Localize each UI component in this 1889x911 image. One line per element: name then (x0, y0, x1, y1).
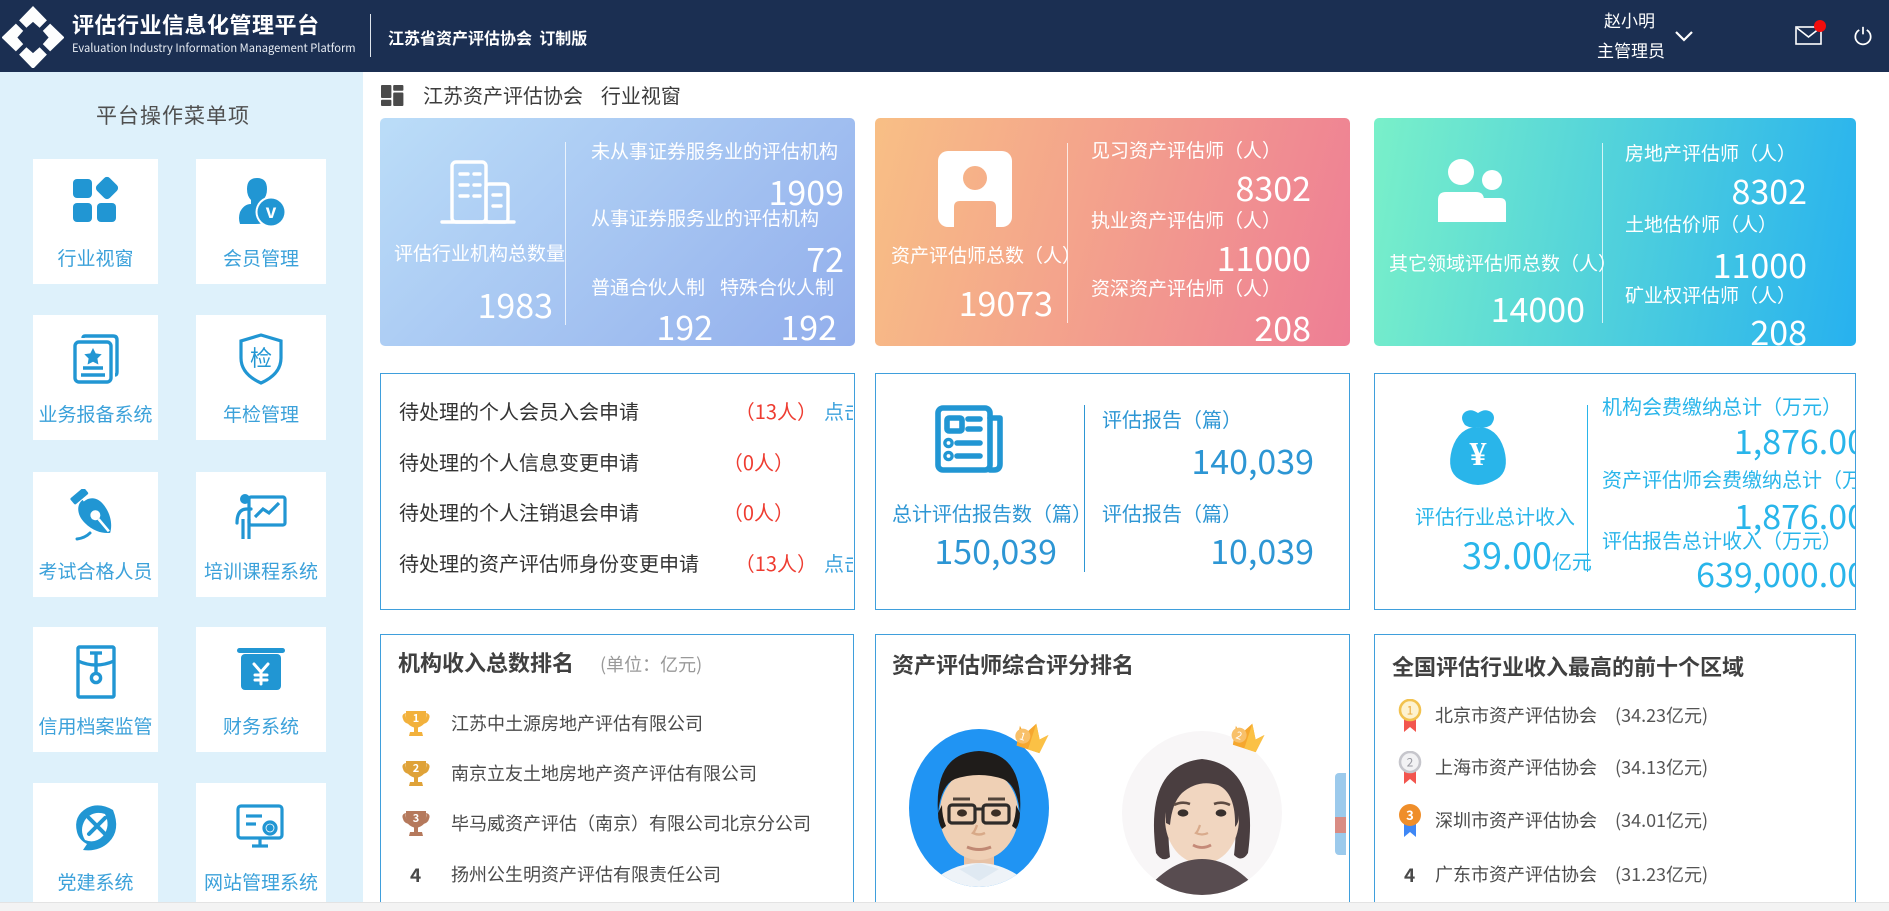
svg-text:3: 3 (1406, 805, 1414, 824)
svg-text:1: 1 (1407, 702, 1414, 719)
svg-text:检: 检 (250, 341, 272, 373)
svg-text:v: v (266, 197, 277, 224)
svg-text:2: 2 (1407, 754, 1414, 771)
svg-text:2: 2 (413, 760, 420, 776)
svg-text:1: 1 (413, 710, 420, 726)
svg-text:¥: ¥ (1470, 426, 1487, 475)
svg-text:3: 3 (413, 810, 420, 826)
